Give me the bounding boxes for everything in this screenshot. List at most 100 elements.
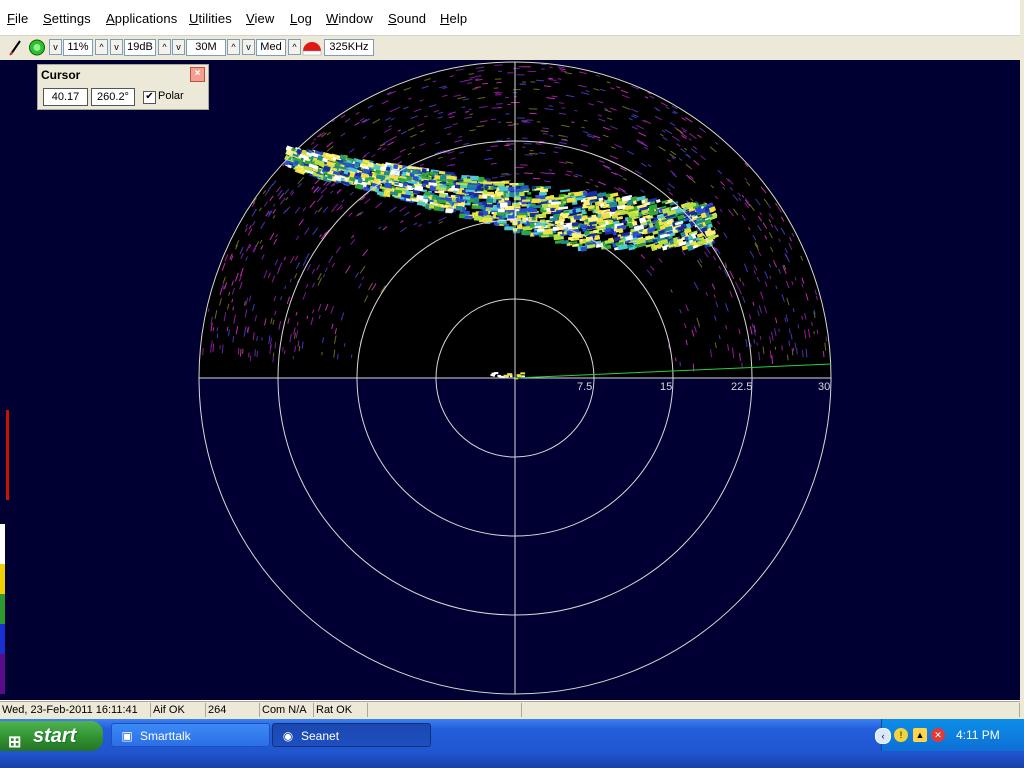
noise-speck [282, 346, 284, 352]
noise-speck [212, 327, 215, 331]
menu-utilities[interactable]: Utilities [189, 11, 232, 26]
echo-return [516, 189, 520, 193]
contrast-up-button[interactable]: ^ [158, 39, 171, 55]
window-right-border [1020, 0, 1024, 719]
noise-speck [781, 345, 783, 351]
range-up-button[interactable]: ^ [227, 39, 240, 55]
noise-speck [490, 162, 497, 165]
echo-return [421, 183, 427, 187]
noise-speck [753, 339, 756, 344]
polar-label: Polar [158, 90, 184, 102]
echo-return [403, 182, 408, 187]
menu-view[interactable]: View [246, 11, 274, 26]
noise-speck [491, 107, 499, 109]
menu-log[interactable]: Log [290, 11, 312, 26]
noise-speck [548, 105, 553, 107]
echo-return [567, 225, 573, 230]
noise-speck [482, 82, 488, 85]
echo-return [473, 215, 482, 221]
smarttalk-icon: ▣ [121, 729, 133, 743]
noise-speck [571, 121, 575, 123]
speed-up-button[interactable]: ^ [288, 39, 301, 55]
scan-sector-icon[interactable] [302, 39, 322, 56]
echo-return [562, 201, 567, 204]
status-count: 264 [206, 703, 260, 717]
noise-speck [811, 322, 813, 326]
gain-down-button[interactable]: v [49, 39, 62, 55]
noise-speck [494, 64, 503, 66]
near-field-return [497, 374, 501, 377]
gain-value: 11% [63, 39, 93, 56]
show-hidden-icons-icon[interactable]: ‹ [875, 728, 891, 744]
noise-speck [532, 177, 541, 180]
menu-file[interactable]: File [7, 11, 28, 26]
echo-return [484, 186, 489, 189]
close-icon[interactable]: × [190, 67, 205, 82]
echo-return [612, 243, 617, 248]
noise-speck [216, 327, 219, 332]
noise-speck [343, 343, 346, 347]
noise-speck [244, 326, 247, 331]
noise-speck [561, 107, 566, 109]
echo-return [531, 198, 541, 204]
sonar-plot[interactable]: 7.5 15 22.5 30 [0, 60, 1020, 700]
menu-settings[interactable]: Settings [43, 11, 91, 26]
echo-return [582, 190, 588, 197]
start-button[interactable]: ⊞ start [0, 721, 103, 751]
noise-speck [750, 343, 752, 347]
status-bar: Wed, 23-Feb-2011 16:11:41 Aif OK 264 Com… [0, 701, 1020, 719]
menu-sound[interactable]: Sound [388, 11, 426, 26]
speed-value: Med [256, 39, 286, 56]
echo-return [537, 228, 545, 232]
taskbar-item-label: Smarttalk [140, 729, 191, 743]
polar-checkbox[interactable]: ✔ [143, 91, 156, 104]
menu-window[interactable]: Window [326, 11, 373, 26]
cursor-range-field[interactable]: 40.17 [43, 88, 88, 106]
sonar-display[interactable]: 7.5 15 22.5 30 [0, 60, 1020, 700]
security-alert-icon[interactable]: ✕ [931, 728, 945, 742]
echo-return [490, 194, 495, 198]
menu-help[interactable]: Help [440, 11, 467, 26]
echo-return [566, 197, 576, 203]
range-down-button[interactable]: v [172, 39, 185, 55]
noise-speck [544, 85, 552, 88]
noise-speck [254, 349, 256, 357]
echo-return [605, 193, 611, 198]
echo-return [401, 171, 407, 177]
taskbar-item-smarttalk[interactable]: ▣ Smarttalk [111, 723, 270, 747]
echo-return [433, 199, 438, 204]
echo-return [464, 215, 473, 220]
echo-return [563, 231, 567, 235]
noise-speck [822, 350, 825, 358]
taskbar-clock[interactable]: 4:11 PM [956, 728, 1000, 742]
echo-return [446, 175, 455, 180]
security-shield-icon[interactable]: ! [894, 728, 908, 742]
frequency-value[interactable]: 325KHz [324, 39, 374, 56]
echo-return [521, 230, 531, 236]
range-value: 30M [186, 39, 226, 56]
taskbar-item-seanet[interactable]: ◉ Seanet [272, 723, 431, 747]
noise-speck [256, 336, 258, 341]
cursor-panel[interactable]: Cursor × 40.17 260.2° ✔ Polar [37, 64, 209, 110]
pen-icon[interactable] [8, 39, 22, 56]
echo-return [546, 207, 551, 212]
echo-return [490, 186, 494, 190]
echo-return [440, 190, 445, 194]
status-aif: Aif OK [151, 703, 206, 717]
noise-speck [469, 113, 473, 115]
noise-speck [759, 335, 762, 340]
contrast-down-button[interactable]: v [110, 39, 123, 55]
echo-return [497, 193, 501, 197]
power-status-icon[interactable] [28, 39, 46, 56]
noise-speck [787, 354, 789, 361]
noise-speck [535, 143, 542, 145]
gain-up-button[interactable]: ^ [95, 39, 108, 55]
echo-return [516, 225, 523, 230]
warning-icon[interactable]: ▲ [913, 728, 927, 742]
toolbar: v 11% ^ v 19dB ^ v 30M ^ v Med ^ 325KHz [0, 35, 1020, 61]
speed-down-button[interactable]: v [242, 39, 255, 55]
windows-logo-icon: ⊞ [8, 734, 22, 751]
cursor-bearing-field[interactable]: 260.2° [91, 88, 135, 106]
echo-return [597, 213, 602, 218]
menu-applications[interactable]: Applications [106, 11, 177, 26]
